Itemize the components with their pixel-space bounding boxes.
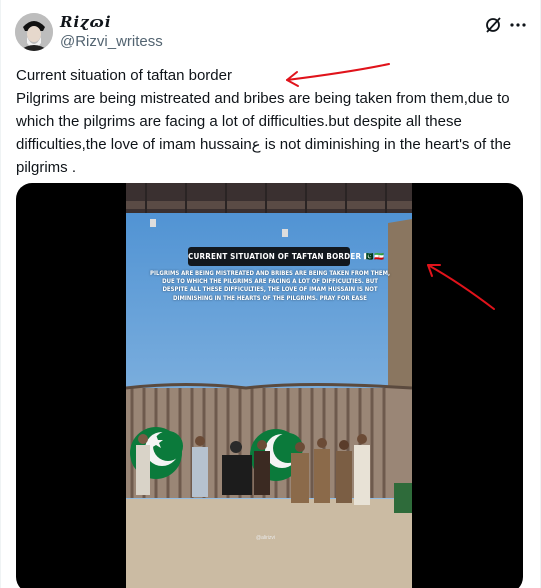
avatar[interactable]: [15, 13, 53, 51]
author-handle[interactable]: @Rizvi_writess: [60, 33, 163, 50]
annotation-arrow-video: [427, 264, 495, 310]
tweet-line-1: Current situation of taftan border: [16, 67, 232, 84]
tweet-card[interactable]: Riɀɷi @Rizvi_writess Current situation o…: [0, 0, 541, 588]
video-frame[interactable]: CURRENT SITUATION OF TAFTAN BORDER 🇵🇰🇮🇷 …: [126, 183, 412, 588]
avatar-image: [15, 13, 53, 51]
grok-icon[interactable]: [483, 15, 503, 35]
video-watermark: @alirizvi: [256, 535, 275, 541]
video-scene: [126, 183, 412, 588]
video-media[interactable]: CURRENT SITUATION OF TAFTAN BORDER 🇵🇰🇮🇷 …: [16, 183, 523, 588]
tweet-line-2: Pilgrims are being mistreated and bribes…: [16, 90, 516, 176]
video-overlay-caption: Pilgrims are being mistreated and bribes…: [150, 270, 391, 302]
tweet-text: Current situation of taftan border Pilgr…: [16, 64, 526, 179]
more-icon[interactable]: [508, 15, 528, 35]
author-display-name[interactable]: Riɀɷi: [60, 13, 112, 31]
video-overlay-title: CURRENT SITUATION OF TAFTAN BORDER 🇵🇰🇮🇷: [188, 247, 384, 266]
